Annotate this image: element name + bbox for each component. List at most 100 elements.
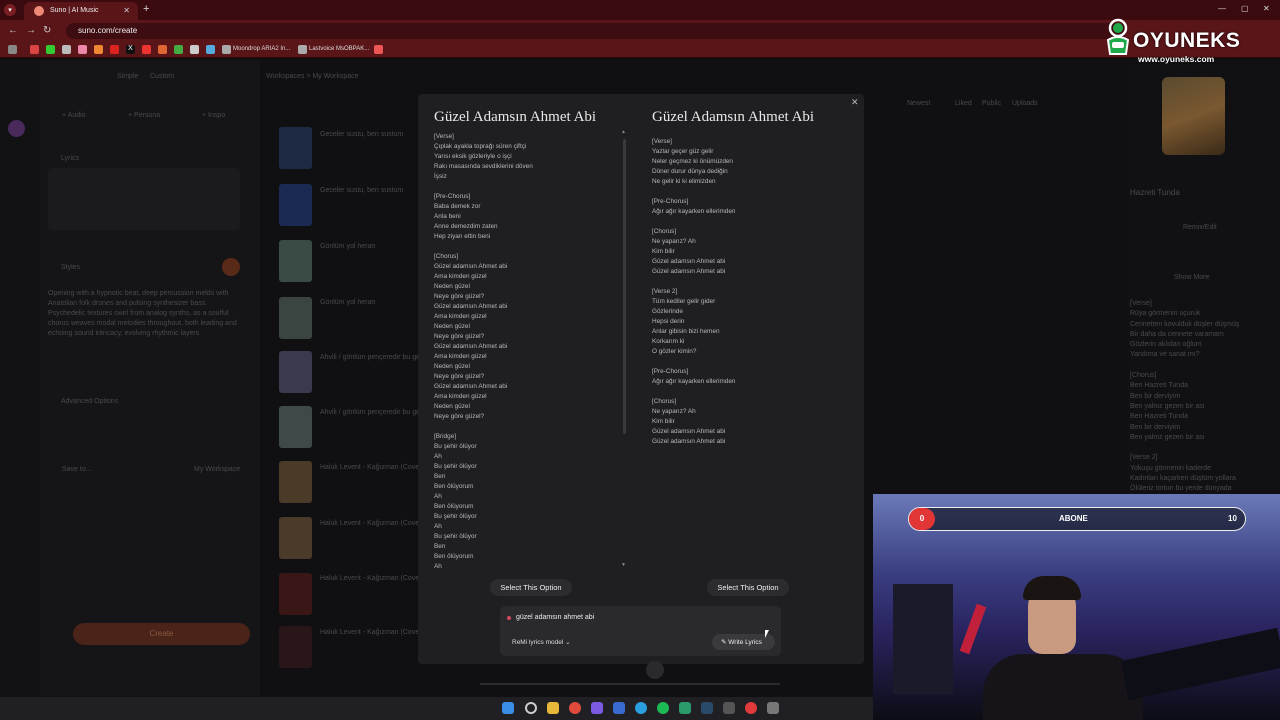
minimize-icon[interactable]: —: [1218, 4, 1226, 13]
reload-icon[interactable]: ↻: [43, 25, 51, 36]
bookmark-icon[interactable]: [190, 45, 199, 54]
search-icon[interactable]: [525, 702, 537, 714]
song-thumbnail[interactable]: [279, 461, 312, 503]
remix-edit-button[interactable]: Remix/Edit: [1183, 224, 1217, 231]
advanced-options-toggle[interactable]: Advanced Options: [61, 398, 118, 405]
select-option2-button[interactable]: Select This Option: [707, 579, 789, 596]
speaker-shape: [893, 584, 953, 694]
show-more-link[interactable]: Show More: [1174, 274, 1209, 281]
close-icon[interactable]: ✕: [851, 97, 859, 108]
avatar[interactable]: [8, 120, 25, 137]
add-inspo-button[interactable]: + Inspo: [202, 112, 225, 119]
url-text: suno.com/create: [78, 26, 138, 35]
youtube-icon[interactable]: [110, 45, 119, 54]
mode-simple-tab[interactable]: Simple: [117, 73, 138, 80]
bookmark-moondrop[interactable]: Moondrop ARIA2 In...: [233, 46, 290, 52]
breadcrumb[interactable]: Workspaces > My Workspace: [266, 73, 359, 80]
song-thumbnail[interactable]: [279, 184, 312, 226]
song-thumbnail[interactable]: [279, 297, 312, 339]
filter-uploads[interactable]: Uploads: [1012, 100, 1038, 107]
spotify-icon[interactable]: [657, 702, 669, 714]
app-icon[interactable]: [745, 702, 757, 714]
song-title[interactable]: Haluk Levent - Kağızman (Cover): [320, 629, 424, 636]
new-tab-icon[interactable]: +: [143, 3, 149, 15]
mode-custom-tab[interactable]: Custom: [150, 73, 174, 80]
song-title[interactable]: Geceler sustu, ben sustum: [320, 187, 403, 194]
sort-newest[interactable]: Newest: [907, 100, 930, 107]
bookmark-icon[interactable]: [94, 45, 103, 54]
add-persona-button[interactable]: + Persona: [128, 112, 160, 119]
bookmark-icon[interactable]: [374, 45, 383, 54]
steam-icon[interactable]: [701, 702, 713, 714]
close-window-icon[interactable]: ✕: [1263, 4, 1270, 13]
url-field[interactable]: suno.com/create: [66, 23, 1126, 39]
song-title[interactable]: Gönlüm yol heran: [320, 299, 375, 306]
filter-public[interactable]: Public: [982, 100, 1001, 107]
gmail-icon[interactable]: [30, 45, 39, 54]
person-hair: [1023, 576, 1081, 600]
bookmark-icon[interactable]: [206, 45, 215, 54]
file-explorer-icon[interactable]: [547, 702, 559, 714]
tab-close-icon[interactable]: ✕: [123, 6, 130, 15]
chrome-icon[interactable]: [569, 702, 581, 714]
create-button[interactable]: Create: [73, 623, 250, 645]
bookmark-icon[interactable]: [174, 45, 183, 54]
scroll-up-icon[interactable]: ▲: [621, 129, 626, 135]
app-icon[interactable]: [679, 702, 691, 714]
song-title[interactable]: Ahvili / gönlüm pençeredir bu ge: [320, 409, 420, 416]
lyrics-prompt-input[interactable]: güzel adamsın ahmet abi: [516, 614, 594, 621]
song-title[interactable]: Haluk Levent - Kağızman (Cover): [320, 520, 424, 527]
song-thumbnail[interactable]: [279, 351, 312, 393]
lyrics-input[interactable]: [48, 168, 240, 230]
pencil-icon: ✎: [721, 639, 727, 646]
song-title[interactable]: Ahvili / gönlüm pençeredir bu ge: [320, 354, 420, 361]
add-audio-button[interactable]: + Audio: [62, 112, 86, 119]
bookmark-icon[interactable]: [78, 45, 87, 54]
song-thumbnail[interactable]: [279, 517, 312, 559]
style-generate-icon[interactable]: [222, 258, 240, 276]
filter-liked[interactable]: Liked: [955, 100, 972, 107]
play-button[interactable]: [646, 661, 664, 679]
song-thumbnail[interactable]: [279, 573, 312, 615]
song-title[interactable]: Haluk Levent - Kağızman (Cover): [320, 575, 424, 582]
app-icon[interactable]: [613, 702, 625, 714]
song-title[interactable]: Gönlüm yol heran: [320, 243, 375, 250]
maximize-icon[interactable]: ▢: [1241, 4, 1249, 13]
app-icon[interactable]: [723, 702, 735, 714]
forward-icon[interactable]: →: [26, 25, 36, 36]
tab-search-icon[interactable]: ▾: [4, 4, 16, 16]
player-progress-track[interactable]: [480, 683, 780, 685]
back-icon[interactable]: ←: [8, 25, 18, 36]
song-title[interactable]: Geceler sustu, ben sustum: [320, 131, 403, 138]
bookmark-icon[interactable]: [142, 45, 151, 54]
option2-lyrics: [Verse] Yazlar geçer güz gelir Neler geç…: [652, 138, 736, 445]
song-thumbnail[interactable]: [279, 240, 312, 282]
option1-title: Güzel Adamsın Ahmet Abi: [434, 109, 597, 125]
lyrics-label: Lyrics: [61, 155, 80, 162]
bookmark-lastvoice[interactable]: Lastvoice MsOBPAK...: [309, 46, 369, 52]
bookmark-favicon-icon: [298, 45, 307, 54]
song-thumbnail[interactable]: [279, 626, 312, 668]
bookmark-icon[interactable]: [62, 45, 71, 54]
windows-start-icon[interactable]: [502, 702, 514, 714]
style-text[interactable]: Opening with a hypnotic beat, deep percu…: [48, 289, 240, 339]
app-icon[interactable]: [591, 702, 603, 714]
song-thumbnail[interactable]: [279, 406, 312, 448]
telegram-icon[interactable]: [635, 702, 647, 714]
bookmark-icon[interactable]: [158, 45, 167, 54]
scroll-down-icon[interactable]: ▼: [621, 562, 626, 568]
app-icon[interactable]: [767, 702, 779, 714]
apps-icon[interactable]: [8, 45, 17, 54]
song-thumbnail[interactable]: [279, 127, 312, 169]
tab-title: Suno | AI Music: [50, 7, 99, 14]
save-to-label[interactable]: Save to...: [62, 466, 92, 473]
x-icon[interactable]: X: [126, 45, 135, 54]
song-title[interactable]: Haluk Levent - Kağızman (Cover): [320, 464, 424, 471]
lyrics-model-select[interactable]: ReMi lyrics model ⌄: [512, 638, 571, 646]
browser-tab[interactable]: Suno | AI Music ✕: [24, 2, 138, 20]
bookmark-icon[interactable]: [46, 45, 55, 54]
oyuneks-mascot-icon: [1106, 18, 1130, 55]
option1-scrollbar[interactable]: [623, 139, 626, 434]
workspace-label[interactable]: My Workspace: [194, 466, 240, 473]
select-option1-button[interactable]: Select This Option: [490, 579, 572, 596]
